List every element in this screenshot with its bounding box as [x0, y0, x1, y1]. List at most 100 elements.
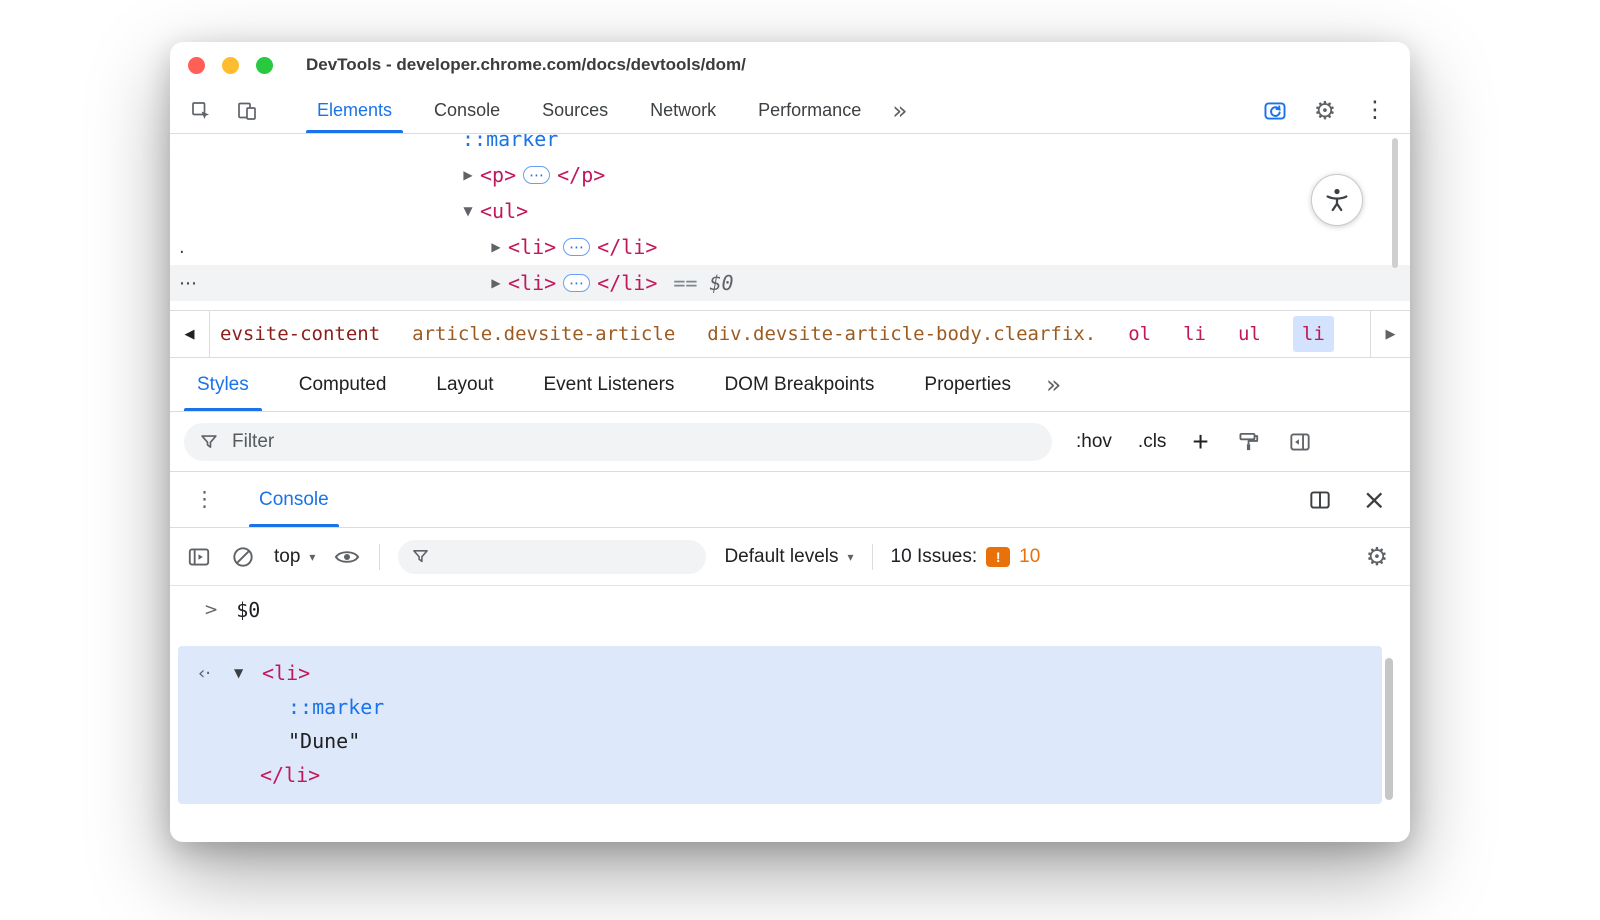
inspect-element-icon[interactable]: [184, 94, 218, 128]
chevron-down-icon: ▾: [848, 550, 854, 564]
issues-button[interactable]: 10 Issues: ! 10: [891, 546, 1041, 568]
tab-label: Elements: [317, 100, 392, 121]
console-filter-input[interactable]: [439, 546, 694, 567]
expander-collapsed-icon[interactable]: ▶: [484, 276, 508, 290]
more-tabs-icon[interactable]: »: [882, 88, 917, 133]
breadcrumb-scroll-left-icon[interactable]: ◀: [170, 311, 210, 357]
ellipsis-expander-button[interactable]: ⋯: [523, 166, 550, 184]
tab-network[interactable]: Network: [629, 88, 737, 133]
pseudo-element-label: ::marker: [462, 134, 558, 151]
screencast-icon[interactable]: [1258, 94, 1292, 128]
drawer-header-icons: ×: [1307, 472, 1410, 527]
new-style-rule-button[interactable]: +: [1192, 428, 1208, 456]
toggle-class-button[interactable]: .cls: [1138, 431, 1167, 453]
tab-computed[interactable]: Computed: [274, 358, 412, 411]
styles-filter-controls: :hov .cls +: [1076, 428, 1313, 456]
drawer-kebab-menu-icon[interactable]: ⋮: [194, 489, 215, 510]
close-drawer-icon[interactable]: ×: [1363, 486, 1386, 514]
tag-close: </li>: [597, 271, 657, 295]
context-selector-label: top: [274, 546, 300, 568]
exclamation-mark: !: [996, 549, 1001, 565]
breadcrumb-item[interactable]: ol: [1128, 323, 1151, 345]
settings-gear-icon[interactable]: ⚙: [1308, 94, 1342, 128]
expander-expanded-icon[interactable]: ▼: [456, 204, 480, 218]
kebab-menu-icon[interactable]: ⋮: [1358, 94, 1392, 128]
styles-filter-field[interactable]: [184, 423, 1052, 461]
tab-event-listeners[interactable]: Event Listeners: [518, 358, 699, 411]
tab-label: Event Listeners: [543, 374, 674, 396]
command-text: $0: [236, 598, 260, 622]
title-bar: DevTools - developer.chrome.com/docs/dev…: [170, 42, 1410, 88]
console-sidebar-icon[interactable]: [186, 544, 212, 570]
breadcrumb: evsite-content article.devsite-article d…: [210, 311, 1334, 357]
tab-performance[interactable]: Performance: [737, 88, 882, 133]
elements-dom-tree: ::marker ▶ <p> ⋯ </p> ▼ <ul> . ▶ <li> ⋯ …: [170, 134, 1410, 310]
paint-brush-icon[interactable]: [1235, 429, 1261, 455]
tab-sources[interactable]: Sources: [521, 88, 629, 133]
dom-row-p[interactable]: ▶ <p> ⋯ </p>: [170, 157, 1410, 193]
tab-properties[interactable]: Properties: [899, 358, 1036, 411]
dom-row-li-1[interactable]: . ▶ <li> ⋯ </li>: [170, 229, 1410, 265]
breadcrumb-item[interactable]: article.devsite-article: [412, 323, 675, 345]
devtools-main-toolbar: Elements Console Sources Network Perform…: [170, 88, 1410, 134]
styles-filter-input[interactable]: [232, 431, 1038, 453]
dock-side-icon[interactable]: [1287, 429, 1313, 455]
tab-console[interactable]: Console: [413, 88, 521, 133]
tab-console-drawer[interactable]: Console: [245, 472, 343, 527]
toolbar-left-icons: [170, 88, 272, 133]
breadcrumb-item-selected[interactable]: li: [1293, 316, 1334, 352]
tab-layout[interactable]: Layout: [411, 358, 518, 411]
tab-label: Network: [650, 100, 716, 121]
ellipsis-expander-button[interactable]: ⋯: [563, 274, 590, 292]
devtools-window: DevTools - developer.chrome.com/docs/dev…: [170, 42, 1410, 842]
tab-label: Sources: [542, 100, 608, 121]
clear-console-icon[interactable]: [230, 544, 256, 570]
log-levels-label: Default levels: [724, 546, 838, 568]
dollar-zero-reference: $0: [709, 271, 733, 295]
zoom-window-button[interactable]: [256, 57, 273, 74]
log-levels-selector[interactable]: Default levels ▾: [724, 546, 853, 568]
breadcrumb-item[interactable]: div.devsite-article-body.clearfix.: [707, 323, 1096, 345]
result-line-close: </li>: [178, 758, 1382, 792]
eye-icon[interactable]: [333, 543, 361, 571]
dom-row-ul[interactable]: ▼ <ul>: [170, 193, 1410, 229]
breadcrumb-item[interactable]: evsite-content: [220, 323, 380, 345]
styles-filter-bar: :hov .cls +: [170, 412, 1410, 472]
tag-close: </li>: [260, 763, 320, 787]
more-tabs-icon[interactable]: »: [1036, 358, 1071, 411]
dom-tree-scrollbar[interactable]: [1392, 138, 1398, 268]
split-panel-icon[interactable]: [1307, 487, 1333, 513]
close-window-button[interactable]: [188, 57, 205, 74]
context-selector[interactable]: top ▾: [274, 546, 315, 568]
device-toolbar-icon[interactable]: [230, 94, 264, 128]
expander-collapsed-icon[interactable]: ▶: [484, 240, 508, 254]
expander-collapsed-icon[interactable]: ▶: [456, 168, 480, 182]
console-settings-gear-icon[interactable]: ⚙: [1360, 540, 1394, 574]
breadcrumb-scroll-right-icon[interactable]: ▶: [1370, 311, 1410, 357]
accessibility-person-icon[interactable]: [1311, 174, 1363, 226]
dom-row-li-selected[interactable]: ⋯ ▶ <li> ⋯ </li> == $0: [170, 265, 1410, 301]
ellipsis-expander-button[interactable]: ⋯: [563, 238, 590, 256]
tab-elements[interactable]: Elements: [296, 88, 413, 133]
breadcrumb-item[interactable]: li: [1183, 323, 1206, 345]
panel-tabs: Elements Console Sources Network Perform…: [296, 88, 882, 133]
filter-funnel-icon: [410, 546, 431, 567]
expander-expanded-icon[interactable]: ▼: [234, 666, 262, 680]
tab-styles[interactable]: Styles: [172, 358, 274, 411]
result-line-text: "Dune": [178, 724, 1382, 758]
issues-label: 10 Issues:: [891, 546, 978, 568]
tag-close: </li>: [597, 235, 657, 259]
console-filter-field[interactable]: [398, 540, 706, 574]
breadcrumb-item[interactable]: ul: [1238, 323, 1261, 345]
tag-open: <li>: [508, 271, 556, 295]
console-scrollbar[interactable]: [1385, 658, 1393, 800]
dom-row-marker[interactable]: ::marker: [170, 134, 1410, 157]
result-line-open: ‹· ▼ <li>: [178, 656, 1382, 690]
toggle-hover-state-button[interactable]: :hov: [1076, 431, 1112, 453]
console-result-block[interactable]: ‹· ▼ <li> ::marker "Dune" </li>: [178, 646, 1382, 804]
tab-dom-breakpoints[interactable]: DOM Breakpoints: [699, 358, 899, 411]
tag-open: <li>: [508, 235, 556, 259]
text-node-value: "Dune": [288, 729, 360, 753]
divider: [872, 544, 873, 570]
minimize-window-button[interactable]: [222, 57, 239, 74]
